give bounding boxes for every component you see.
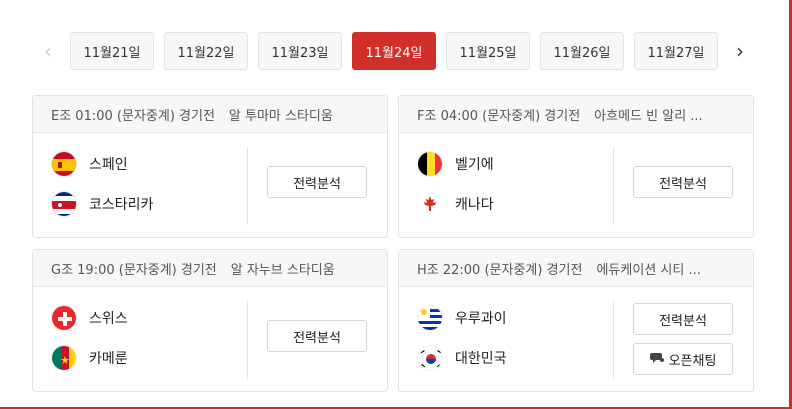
match-header: F조 04:00 (문자중계) 경기전 아흐메드 빈 알리 ... [399,96,753,133]
match-card: G조 19:00 (문자중계) 경기전 알 자누브 스타디움 스위스 카메룬 전… [32,249,388,392]
match-info: E조 01:00 (문자중계) 경기전 [51,108,215,124]
south-korea-flag-icon [417,345,443,371]
match-venue: 아흐메드 빈 알리 ... [594,108,703,124]
divider [247,147,248,225]
chat-bubble-icon [649,352,664,367]
match-card: E조 01:00 (문자중계) 경기전 알 투마마 스타디움 스페인 코스타리카… [32,95,388,238]
team-away[interactable]: 카메룬 [51,345,128,371]
team-away[interactable]: 대한민국 [417,345,507,371]
team-home[interactable]: 스위스 [51,305,128,331]
date-tab[interactable]: 11월25일 [446,32,530,70]
team-name: 대한민국 [455,351,507,367]
cameroon-flag-icon [51,345,77,371]
match-info: H조 22:00 (문자중계) 경기전 [417,262,583,278]
uruguay-flag-icon [417,305,443,331]
spain-flag-icon [51,151,77,177]
match-venue: 알 자누브 스타디움 [230,262,335,278]
team-name: 코스타리카 [89,197,154,213]
team-name: 벨기에 [455,157,494,173]
match-info: F조 04:00 (문자중계) 경기전 [417,108,581,124]
date-tab-active[interactable]: 11월24일 [352,32,436,70]
match-venue: 에듀케이션 시티 ... [596,262,701,278]
prev-date-button[interactable]: ‹ [38,32,58,70]
divider [247,301,248,379]
analysis-button[interactable]: 전력분석 [267,166,367,198]
divider [613,147,614,225]
canada-flag-icon [417,191,443,217]
team-name: 스페인 [89,157,128,173]
team-home[interactable]: 우루과이 [417,305,507,331]
date-tabs: 11월21일 11월22일 11월23일 11월24일 11월25일 11월26… [70,32,718,70]
divider [613,301,614,379]
match-info: G조 19:00 (문자중계) 경기전 [51,262,217,278]
costa-rica-flag-icon [51,191,77,217]
chevron-left-icon: ‹ [44,39,52,63]
chevron-right-icon: › [736,39,744,63]
date-tab[interactable]: 11월21일 [70,32,154,70]
date-tab[interactable]: 11월27일 [634,32,718,70]
team-home[interactable]: 벨기에 [417,151,494,177]
date-tab[interactable]: 11월23일 [258,32,342,70]
match-card: H조 22:00 (문자중계) 경기전 에듀케이션 시티 ... 우루과이 대한… [398,249,754,392]
date-tab[interactable]: 11월22일 [164,32,248,70]
belgium-flag-icon [417,151,443,177]
team-name: 캐나다 [455,197,494,213]
team-away[interactable]: 캐나다 [417,191,494,217]
match-card: F조 04:00 (문자중계) 경기전 아흐메드 빈 알리 ... 벨기에 캐나… [398,95,754,238]
next-date-button[interactable]: › [730,32,750,70]
open-chat-button[interactable]: 오픈채팅 [633,343,733,375]
team-home[interactable]: 스페인 [51,151,128,177]
switzerland-flag-icon [51,305,77,331]
match-header: E조 01:00 (문자중계) 경기전 알 투마마 스타디움 [33,96,387,133]
match-venue: 알 투마마 스타디움 [228,108,333,124]
team-name: 스위스 [89,311,128,327]
team-away[interactable]: 코스타리카 [51,191,153,217]
open-chat-label: 오픈채팅 [668,353,717,369]
analysis-button[interactable]: 전력분석 [267,320,367,352]
team-name: 우루과이 [455,311,507,327]
analysis-button[interactable]: 전력분석 [633,303,733,335]
date-tab[interactable]: 11월26일 [540,32,624,70]
match-header: G조 19:00 (문자중계) 경기전 알 자누브 스타디움 [33,250,387,287]
date-selector: ‹ 11월21일 11월22일 11월23일 11월24일 11월25일 11월… [38,32,768,70]
team-name: 카메룬 [89,351,128,367]
analysis-button[interactable]: 전력분석 [633,166,733,198]
match-header: H조 22:00 (문자중계) 경기전 에듀케이션 시티 ... [399,250,753,287]
